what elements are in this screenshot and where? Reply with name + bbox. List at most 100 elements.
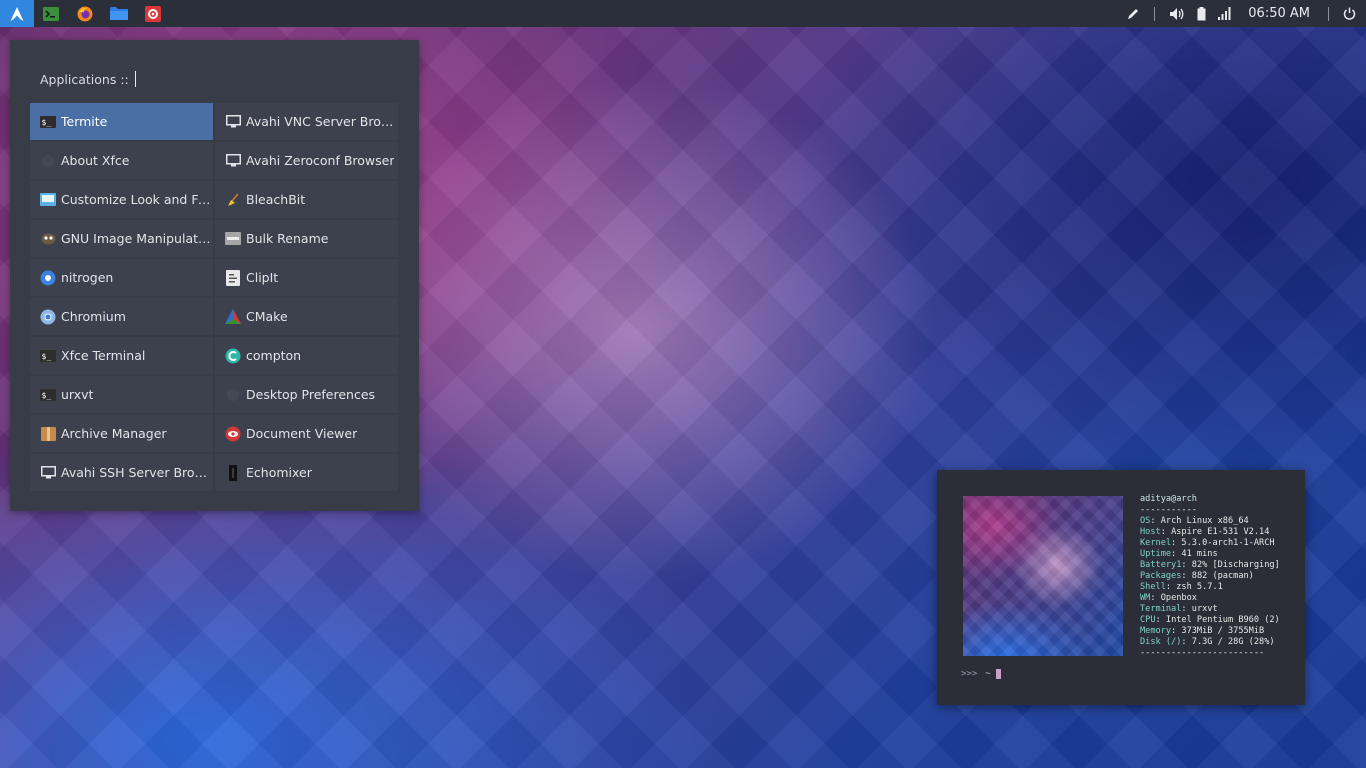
app-item-clipit[interactable]: ClipIt	[215, 259, 398, 296]
rename-icon	[225, 231, 241, 247]
tray-volume[interactable]	[1163, 0, 1191, 27]
info-line: OS: Arch Linux x86_64	[1140, 516, 1249, 526]
compton-icon	[225, 348, 241, 364]
tray-separator	[1328, 6, 1329, 21]
eye-icon	[225, 426, 241, 442]
tray-network[interactable]	[1212, 0, 1238, 27]
volume-icon	[1170, 7, 1184, 20]
search-label: Applications ::	[40, 71, 129, 87]
battery-icon	[1197, 6, 1206, 20]
app-item-label: About Xfce	[61, 153, 130, 168]
text-caret	[134, 71, 137, 87]
app-item-label: Document Viewer	[246, 426, 358, 441]
cmake-icon	[225, 309, 241, 325]
nitrogen-icon	[40, 270, 56, 286]
terminal-icon: $_	[40, 387, 56, 403]
app-item-nitrogen[interactable]: nitrogen	[30, 259, 213, 296]
clock[interactable]: 06:50 AM	[1238, 6, 1320, 21]
tray-battery[interactable]	[1191, 0, 1212, 27]
app-item-label: Echomixer	[246, 465, 312, 480]
app-item-urxvt[interactable]: $_ urxvt	[30, 376, 213, 413]
app-item-archive-manager[interactable]: Archive Manager	[30, 415, 213, 452]
monitor-icon	[40, 465, 56, 481]
gimp-icon	[40, 231, 56, 247]
files-icon	[110, 7, 128, 20]
neofetch-info: aditya@arch ----------- OS: Arch Linux x86…	[1140, 494, 1280, 659]
app-item-avahi-zeroconf[interactable]: Avahi Zeroconf Browser	[215, 142, 398, 179]
app-item-label: Avahi Zeroconf Browser	[246, 153, 395, 168]
tray-separator	[1154, 6, 1156, 21]
info-line: Uptime: 41 mins	[1140, 549, 1218, 559]
tray-power[interactable]	[1337, 0, 1366, 27]
info-line: Kernel: 5.3.0-arch1-1-ARCH	[1140, 538, 1275, 548]
app-item-desktop-preferences[interactable]: Desktop Preferences	[215, 376, 398, 413]
chromium-icon	[40, 309, 56, 325]
app-item-customize-look[interactable]: Customize Look and Feel	[30, 181, 213, 218]
app-item-label: Desktop Preferences	[246, 387, 376, 402]
power-icon	[1343, 7, 1356, 20]
app-item-label: nitrogen	[61, 270, 114, 285]
app-item-cmake[interactable]: CMake	[215, 298, 398, 335]
app-item-about-xfce[interactable]: About Xfce	[30, 142, 213, 179]
svg-text:$_: $_	[42, 352, 52, 361]
app-item-label: Archive Manager	[61, 426, 167, 441]
app-item-label: compton	[246, 348, 302, 363]
app-item-label: Avahi SSH Server Brow...	[61, 465, 213, 480]
applications-menu-button[interactable]	[0, 0, 34, 27]
app-item-bulk-rename[interactable]: Bulk Rename	[215, 220, 398, 257]
app-item-gimp[interactable]: GNU Image Manipulati...	[30, 220, 213, 257]
app-item-compton[interactable]: compton	[215, 337, 398, 374]
app-item-bleachbit[interactable]: BleachBit	[215, 181, 398, 218]
prompt-cwd: ~	[985, 669, 991, 679]
tray-pen[interactable]	[1120, 0, 1146, 27]
info-line: WM: Openbox	[1140, 593, 1197, 603]
archive-icon	[40, 426, 56, 442]
signal-icon	[1218, 7, 1231, 20]
broom-icon	[225, 192, 241, 208]
application-finder: Applications :: $_ Termite Avahi VNC Ser…	[10, 40, 419, 511]
info-line: Battery1: 82% [Discharging]	[1140, 560, 1280, 570]
info-line: Shell: zsh 5.7.1	[1140, 582, 1223, 592]
system-tray: 06:50 AM	[1120, 0, 1366, 27]
app-item-label: ClipIt	[246, 270, 279, 285]
app-item-chromium[interactable]: Chromium	[30, 298, 213, 335]
launcher-settings[interactable]	[136, 0, 170, 27]
terminal-icon: $_	[40, 348, 56, 364]
terminal-window[interactable]: aditya@arch ----------- OS: Arch Linux x86…	[937, 470, 1305, 705]
settings-icon	[145, 5, 161, 22]
terminal-icon	[43, 6, 59, 21]
info-footer: ------------------------	[1140, 648, 1265, 658]
app-item-label: Termite	[61, 114, 108, 129]
monitor-icon	[225, 114, 241, 130]
app-item-termite[interactable]: $_ Termite	[30, 103, 213, 140]
info-line: Memory: 373MiB / 3755MiB	[1140, 626, 1265, 636]
app-item-label: Customize Look and Feel	[61, 192, 213, 207]
info-line: Disk (/): 7.3G / 28G (28%)	[1140, 637, 1275, 647]
clipboard-icon	[225, 269, 241, 286]
shell-prompt[interactable]: >>> ~	[961, 669, 1001, 679]
appearance-icon	[40, 192, 56, 208]
mixer-icon	[225, 464, 241, 481]
app-item-label: CMake	[246, 309, 288, 324]
terminal-cursor	[995, 669, 1001, 679]
app-item-label: urxvt	[61, 387, 94, 402]
info-separator: -----------	[1140, 505, 1197, 515]
info-line: Packages: 882 (pacman)	[1140, 571, 1254, 581]
launcher-firefox[interactable]	[68, 0, 102, 27]
user-host: aditya@arch	[1140, 494, 1197, 504]
app-item-avahi-ssh[interactable]: Avahi SSH Server Brow...	[30, 454, 213, 491]
app-item-echomixer[interactable]: Echomixer	[215, 454, 398, 491]
launcher-terminal[interactable]	[34, 0, 68, 27]
launcher-files[interactable]	[102, 0, 136, 27]
app-item-document-viewer[interactable]: Document Viewer	[215, 415, 398, 452]
app-item-xfce-terminal[interactable]: $_ Xfce Terminal	[30, 337, 213, 374]
app-grid: $_ Termite Avahi VNC Server Brow... Abou…	[30, 103, 398, 491]
svg-text:$_: $_	[42, 118, 52, 127]
arch-logo-icon	[10, 6, 24, 21]
search-row[interactable]: Applications ::	[40, 70, 137, 88]
firefox-icon	[77, 6, 93, 21]
info-line: Terminal: urxvt	[1140, 604, 1218, 614]
app-item-avahi-vnc[interactable]: Avahi VNC Server Brow...	[215, 103, 398, 140]
monitor-icon	[225, 153, 241, 169]
terminal-icon: $_	[40, 114, 56, 130]
